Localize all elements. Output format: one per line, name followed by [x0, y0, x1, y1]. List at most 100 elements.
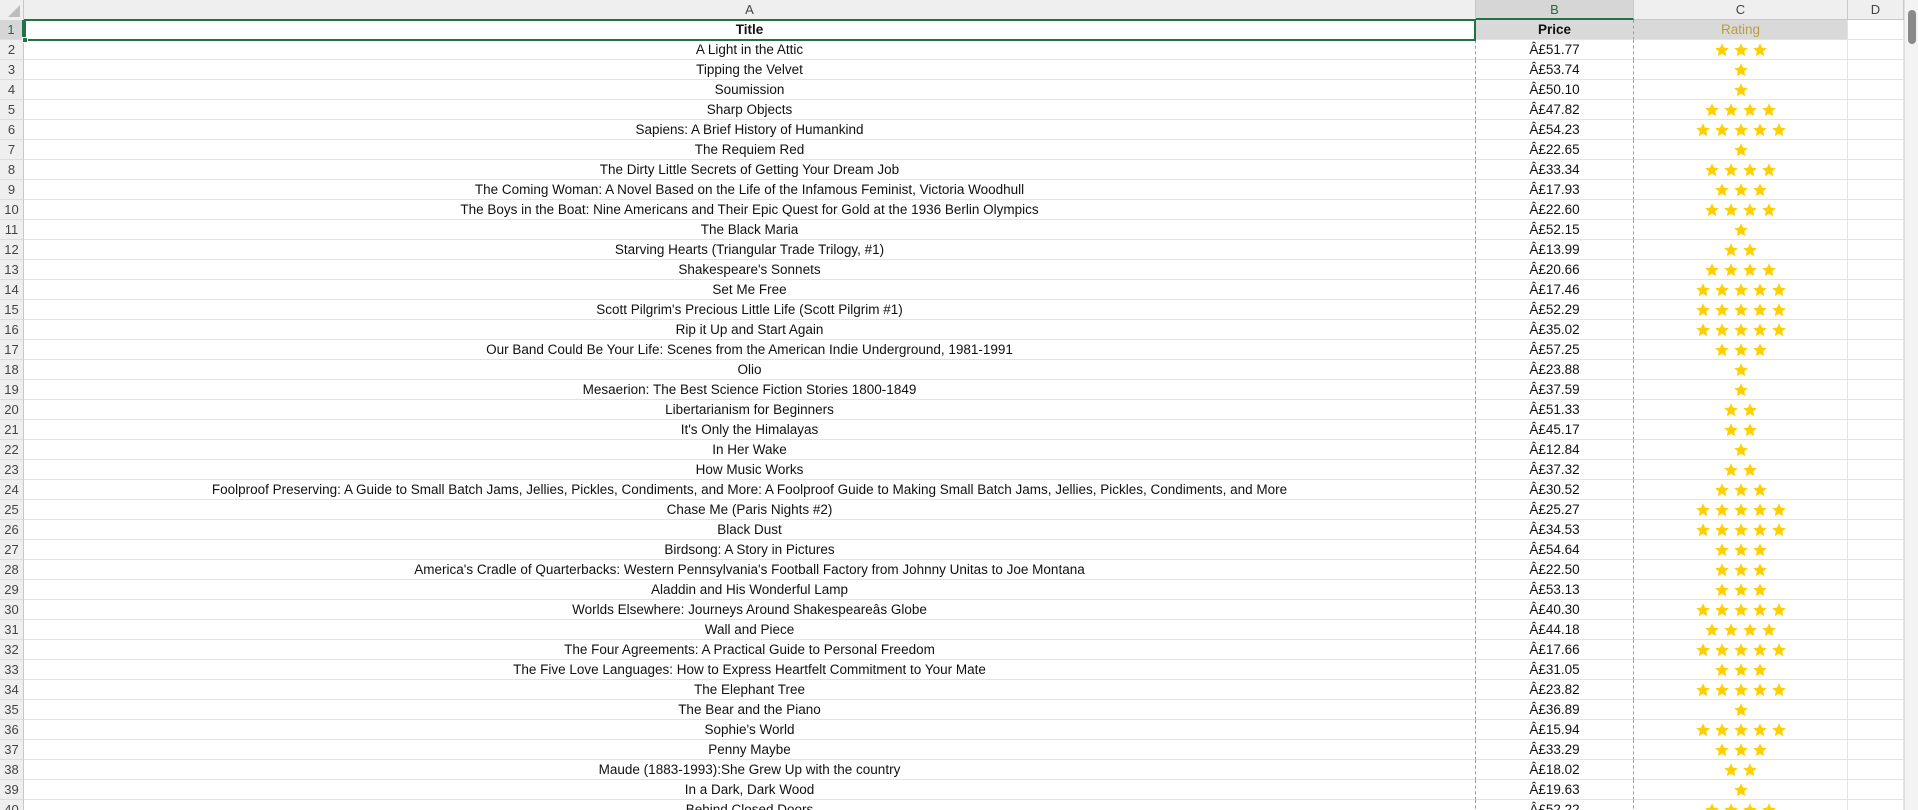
price-cell[interactable]: Â£34.53 — [1476, 520, 1634, 540]
header-price-cell[interactable]: Price — [1476, 20, 1634, 40]
price-cell[interactable]: Â£25.27 — [1476, 500, 1634, 520]
price-cell[interactable]: Â£44.18 — [1476, 620, 1634, 640]
row-number[interactable]: 3 — [0, 60, 24, 80]
rating-cell[interactable] — [1634, 80, 1848, 100]
rating-cell[interactable] — [1634, 380, 1848, 400]
rating-cell[interactable] — [1634, 740, 1848, 760]
row-number[interactable]: 10 — [0, 200, 24, 220]
title-cell[interactable]: The Elephant Tree — [24, 680, 1476, 700]
row-number[interactable]: 1 — [0, 20, 24, 40]
title-cell[interactable]: Libertarianism for Beginners — [24, 400, 1476, 420]
price-cell[interactable]: Â£18.02 — [1476, 760, 1634, 780]
title-cell[interactable]: Birdsong: A Story in Pictures — [24, 540, 1476, 560]
title-cell[interactable]: Sapiens: A Brief History of Humankind — [24, 120, 1476, 140]
title-cell[interactable]: Chase Me (Paris Nights #2) — [24, 500, 1476, 520]
column-header-a[interactable]: A — [24, 0, 1476, 20]
empty-cell[interactable] — [1848, 100, 1904, 120]
empty-cell[interactable] — [1848, 300, 1904, 320]
empty-cell[interactable] — [1848, 700, 1904, 720]
column-header-d[interactable]: D — [1848, 0, 1904, 20]
row-number[interactable]: 5 — [0, 100, 24, 120]
row-number[interactable]: 25 — [0, 500, 24, 520]
empty-cell[interactable] — [1848, 580, 1904, 600]
rating-cell[interactable] — [1634, 720, 1848, 740]
price-cell[interactable]: Â£23.82 — [1476, 680, 1634, 700]
price-cell[interactable]: Â£54.64 — [1476, 540, 1634, 560]
rating-cell[interactable] — [1634, 340, 1848, 360]
row-number[interactable]: 16 — [0, 320, 24, 340]
scrollbar-thumb[interactable] — [1908, 10, 1916, 44]
rating-cell[interactable] — [1634, 400, 1848, 420]
row-number[interactable]: 24 — [0, 480, 24, 500]
row-number[interactable]: 22 — [0, 440, 24, 460]
price-cell[interactable]: Â£45.17 — [1476, 420, 1634, 440]
row-number[interactable]: 28 — [0, 560, 24, 580]
price-cell[interactable]: Â£19.63 — [1476, 780, 1634, 800]
select-all-button[interactable] — [0, 0, 24, 20]
column-header-c[interactable]: C — [1634, 0, 1848, 20]
title-cell[interactable]: Penny Maybe — [24, 740, 1476, 760]
row-number[interactable]: 11 — [0, 220, 24, 240]
row-number[interactable]: 21 — [0, 420, 24, 440]
empty-cell[interactable] — [1848, 720, 1904, 740]
price-cell[interactable]: Â£31.05 — [1476, 660, 1634, 680]
title-cell[interactable]: The Boys in the Boat: Nine Americans and… — [24, 200, 1476, 220]
price-cell[interactable]: Â£20.66 — [1476, 260, 1634, 280]
title-cell[interactable]: The Coming Woman: A Novel Based on the L… — [24, 180, 1476, 200]
row-number[interactable]: 20 — [0, 400, 24, 420]
price-cell[interactable]: Â£12.84 — [1476, 440, 1634, 460]
price-cell[interactable]: Â£51.77 — [1476, 40, 1634, 60]
rating-cell[interactable] — [1634, 700, 1848, 720]
empty-cell[interactable] — [1848, 780, 1904, 800]
title-cell[interactable]: In a Dark, Dark Wood — [24, 780, 1476, 800]
column-header-b[interactable]: B — [1476, 0, 1634, 20]
vertical-scrollbar[interactable] — [1904, 0, 1918, 810]
title-cell[interactable]: Olio — [24, 360, 1476, 380]
rating-cell[interactable] — [1634, 780, 1848, 800]
row-number[interactable]: 37 — [0, 740, 24, 760]
row-number[interactable]: 27 — [0, 540, 24, 560]
row-number[interactable]: 32 — [0, 640, 24, 660]
rating-cell[interactable] — [1634, 540, 1848, 560]
title-cell[interactable]: Worlds Elsewhere: Journeys Around Shakes… — [24, 600, 1476, 620]
title-cell[interactable]: Scott Pilgrim's Precious Little Life (Sc… — [24, 300, 1476, 320]
row-number[interactable]: 36 — [0, 720, 24, 740]
rating-cell[interactable] — [1634, 500, 1848, 520]
title-cell[interactable]: A Light in the Attic — [24, 40, 1476, 60]
title-cell[interactable]: Maude (1883-1993):She Grew Up with the c… — [24, 760, 1476, 780]
rating-cell[interactable] — [1634, 360, 1848, 380]
price-cell[interactable]: Â£52.22 — [1476, 800, 1634, 810]
rating-cell[interactable] — [1634, 620, 1848, 640]
title-cell[interactable]: Soumission — [24, 80, 1476, 100]
rating-cell[interactable] — [1634, 200, 1848, 220]
row-number[interactable]: 33 — [0, 660, 24, 680]
empty-cell[interactable] — [1848, 640, 1904, 660]
rating-cell[interactable] — [1634, 320, 1848, 340]
price-cell[interactable]: Â£40.30 — [1476, 600, 1634, 620]
rating-cell[interactable] — [1634, 480, 1848, 500]
row-number[interactable]: 6 — [0, 120, 24, 140]
row-number[interactable]: 2 — [0, 40, 24, 60]
title-cell[interactable]: The Four Agreements: A Practical Guide t… — [24, 640, 1476, 660]
empty-cell[interactable] — [1848, 260, 1904, 280]
row-number[interactable]: 14 — [0, 280, 24, 300]
price-cell[interactable]: Â£53.13 — [1476, 580, 1634, 600]
rating-cell[interactable] — [1634, 520, 1848, 540]
rating-cell[interactable] — [1634, 460, 1848, 480]
rating-cell[interactable] — [1634, 300, 1848, 320]
empty-cell[interactable] — [1848, 760, 1904, 780]
row-number[interactable]: 29 — [0, 580, 24, 600]
row-number[interactable]: 7 — [0, 140, 24, 160]
rating-cell[interactable] — [1634, 580, 1848, 600]
price-cell[interactable]: Â£36.89 — [1476, 700, 1634, 720]
title-cell[interactable]: Foolproof Preserving: A Guide to Small B… — [24, 480, 1476, 500]
price-cell[interactable]: Â£53.74 — [1476, 60, 1634, 80]
title-cell[interactable]: The Black Maria — [24, 220, 1476, 240]
row-number[interactable]: 4 — [0, 80, 24, 100]
price-cell[interactable]: Â£52.29 — [1476, 300, 1634, 320]
rating-cell[interactable] — [1634, 220, 1848, 240]
row-number[interactable]: 31 — [0, 620, 24, 640]
rating-cell[interactable] — [1634, 680, 1848, 700]
rating-cell[interactable] — [1634, 420, 1848, 440]
row-number[interactable]: 23 — [0, 460, 24, 480]
